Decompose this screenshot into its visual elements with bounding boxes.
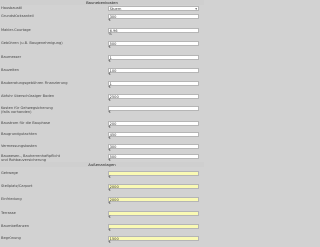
field-label: Bauzeiten [1, 68, 19, 72]
amount-input[interactable] [108, 106, 199, 111]
field-label: Baumesser [1, 55, 22, 59]
field-label: Begrünung [1, 236, 21, 240]
field-label: Gehwege [1, 171, 18, 175]
unit-label: % [108, 32, 112, 37]
amount-input[interactable] [108, 171, 199, 176]
field-label: Baugrundgutachten [1, 132, 37, 136]
amount-input[interactable]: 500 [108, 41, 199, 46]
field-label: Vermessungskosten [1, 144, 37, 148]
unit-label: € [108, 18, 111, 23]
field-label: Grundstücksanteil [1, 14, 34, 18]
amount-input[interactable] [108, 224, 199, 229]
amount-input[interactable]: 500 [108, 154, 199, 159]
amount-input[interactable]: 300 [108, 14, 199, 19]
unit-label: € [108, 98, 111, 103]
field-label: Abfuhr überschüssiger Boden [1, 94, 55, 98]
chevron-down-icon[interactable]: ▾ [195, 7, 197, 10]
unit-label: € [108, 85, 111, 90]
field-label: Kosten für Gehwegsicherung (falls vorhan… [1, 106, 53, 114]
amount-input[interactable]: 2000 [108, 184, 199, 189]
unit-label: € [108, 240, 111, 245]
field-label: Baustrom für die Bauphase [1, 121, 51, 125]
amount-input[interactable]: 200 [108, 121, 199, 126]
amount-input[interactable]: 6,96 [108, 28, 199, 33]
field-label: Stellplatz/Carport [1, 184, 33, 188]
field-label: Hausbaustil [1, 6, 23, 10]
amount-input[interactable]: 1 [108, 81, 199, 86]
unit-label: € [108, 158, 111, 163]
amount-input[interactable]: 1 [108, 55, 199, 60]
amount-input[interactable]: 2500 [108, 94, 199, 99]
amount-input[interactable]: 2000 [108, 197, 199, 202]
unit-label: € [108, 45, 111, 50]
amount-input[interactable]: 100 [108, 68, 199, 73]
field-value: Stuern [109, 7, 122, 11]
cost-form: Baunebenkosten Außenanlagen Hausbaustil S… [0, 0, 204, 247]
field-label: Gebühren (u.B. Baugenehmigung) [1, 41, 63, 45]
unit-label: € [108, 148, 111, 153]
unit-label: € [108, 228, 111, 233]
unit-label: € [108, 201, 111, 206]
field-label: Bauberatungsgebühren Finanzierung [1, 81, 68, 85]
unit-label: € [108, 59, 111, 64]
house-style-select[interactable]: Stuern ▾ [108, 6, 199, 11]
amount-input[interactable]: 1500 [108, 236, 199, 241]
field-label: Terrasse [1, 211, 16, 215]
unit-label: € [108, 188, 111, 193]
section-header-construction-costs: Baunebenkosten [0, 0, 204, 5]
amount-input[interactable]: 450 [108, 132, 199, 137]
unit-label: € [108, 136, 111, 141]
field-label: Baumbeflanzen [1, 224, 30, 228]
field-label: Einfriedung [1, 197, 22, 201]
field-label: Makler-Courtage [1, 28, 31, 32]
unit-label: € [108, 110, 111, 115]
unit-label: € [108, 125, 111, 130]
unit-label: € [108, 215, 111, 220]
amount-input[interactable] [108, 211, 199, 216]
unit-label: € [108, 175, 111, 180]
field-label: Bauwesen-, Bauherrenhaftpflicht und Rohb… [1, 154, 61, 162]
section-header-outdoor: Außenanlagen [0, 162, 204, 167]
unit-label: € [108, 72, 111, 77]
amount-input[interactable]: 300 [108, 144, 199, 149]
